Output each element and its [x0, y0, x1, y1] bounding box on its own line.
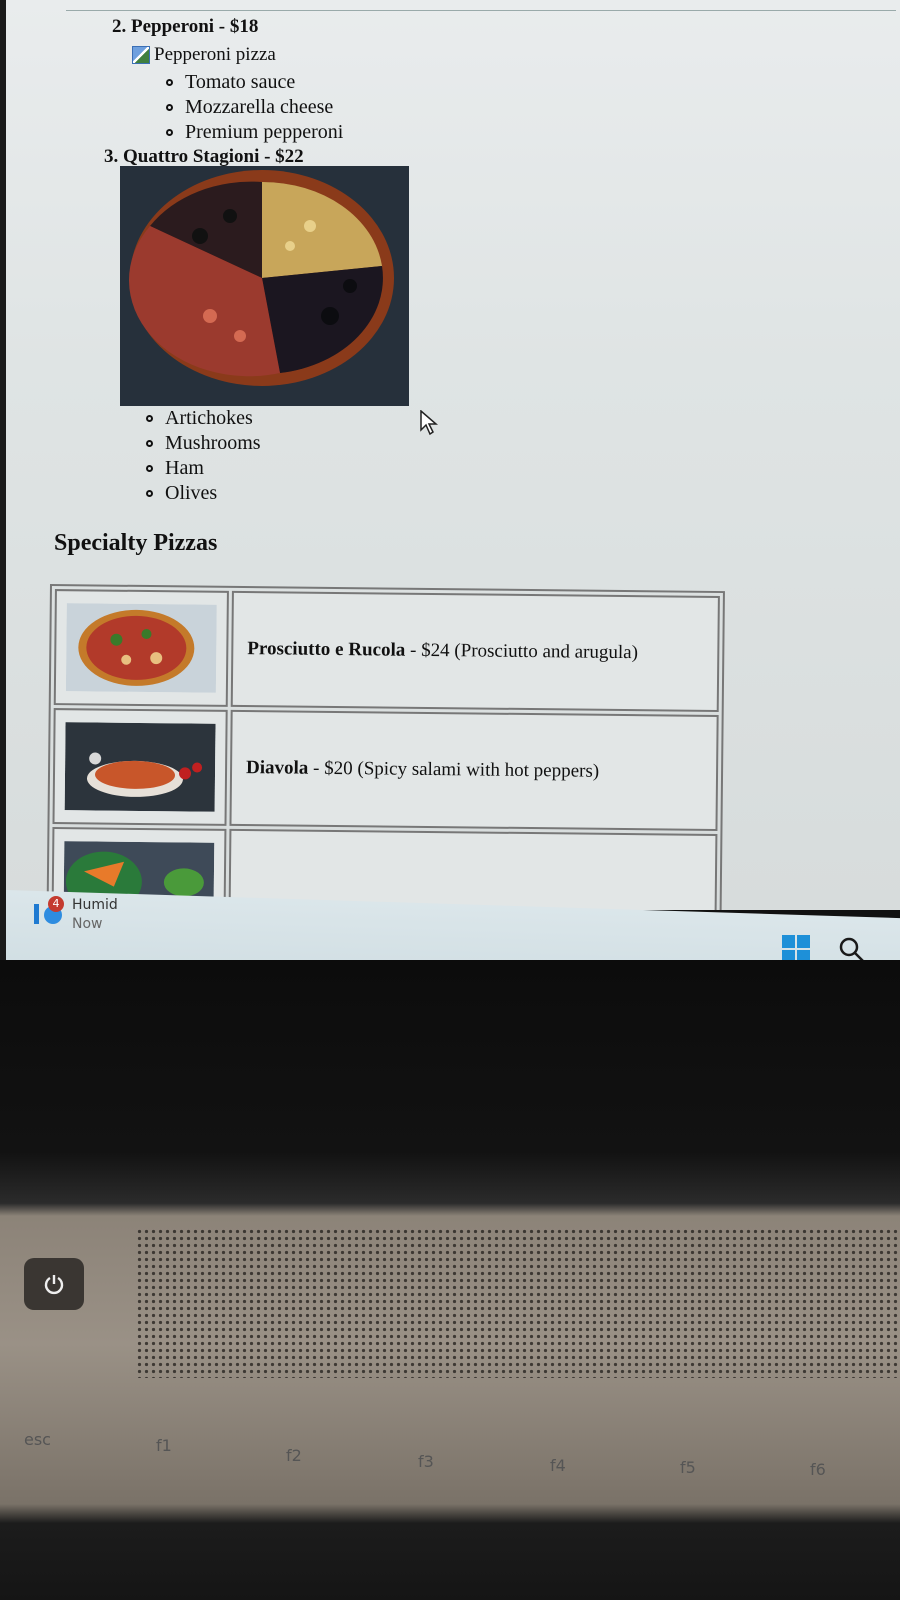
thumbnail-cell [53, 589, 229, 707]
thumbnail-cell [52, 708, 228, 826]
pizza-description [228, 828, 718, 910]
speaker-grille [136, 1228, 900, 1378]
weather-label: Humid [72, 897, 118, 913]
notification-badge: 4 [48, 896, 64, 912]
topping-item: Mushrooms [146, 431, 261, 456]
browser-viewport: 2. Pepperoni - $18 Pepperoni pizza Tomat… [6, 0, 900, 910]
keyboard-function-row: esc f1 f2 f3 f4 f5 f6 [0, 1400, 900, 1600]
cut-off-text-line [66, 0, 896, 14]
power-icon [44, 1275, 64, 1295]
pizza-description: Prosciutto e Rucola - $24 (Prosciutto an… [230, 590, 720, 713]
key-f4[interactable]: f4 [550, 1456, 566, 1475]
specialty-pizza-table: Prosciutto e Rucola - $24 (Prosciutto an… [46, 584, 725, 910]
topping-list: Tomato sauce Mozzarella cheese Premium p… [166, 70, 343, 145]
menu-item-title: 2. Pepperoni - $18 [112, 16, 259, 37]
table-row: Prosciutto e Rucola - $24 (Prosciutto an… [53, 589, 720, 713]
key-f3[interactable]: f3 [418, 1452, 434, 1471]
topping-item: Tomato sauce [166, 70, 343, 95]
mouse-cursor-icon [420, 410, 438, 436]
topping-item: Olives [146, 481, 261, 506]
broken-image-pepperoni: Pepperoni pizza [132, 44, 276, 66]
image-alt-text: Pepperoni pizza [154, 44, 276, 65]
topping-item: Artichokes [146, 406, 261, 431]
table-row: Diavola - $20 (Spicy salami with hot pep… [52, 708, 719, 832]
key-f1[interactable]: f1 [156, 1436, 172, 1455]
key-f5[interactable]: f5 [680, 1458, 696, 1477]
power-button[interactable] [24, 1258, 84, 1310]
topping-item: Premium pepperoni [166, 120, 343, 145]
topping-item: Ham [146, 456, 261, 481]
menu-item-title: 3. Quattro Stagioni - $22 [104, 146, 304, 167]
pizza-description: Diavola - $20 (Spicy salami with hot pep… [229, 709, 719, 832]
weather-widget[interactable]: 4 Humid Now [34, 896, 118, 934]
section-heading: Specialty Pizzas [54, 530, 218, 556]
weather-icon: 4 [34, 896, 66, 926]
weather-sub: Now [72, 916, 103, 932]
topping-item: Mozzarella cheese [166, 95, 343, 120]
topping-list: Artichokes Mushrooms Ham Olives [146, 406, 261, 506]
key-f2[interactable]: f2 [286, 1446, 302, 1465]
key-esc[interactable]: esc [24, 1430, 51, 1449]
broken-image-icon [132, 46, 150, 64]
prosciutto-pizza-photo [65, 603, 217, 693]
diavola-pizza-photo [64, 722, 216, 812]
quattro-stagioni-photo [120, 166, 409, 406]
windows-start-icon[interactable] [782, 935, 810, 963]
key-f6[interactable]: f6 [810, 1460, 826, 1479]
